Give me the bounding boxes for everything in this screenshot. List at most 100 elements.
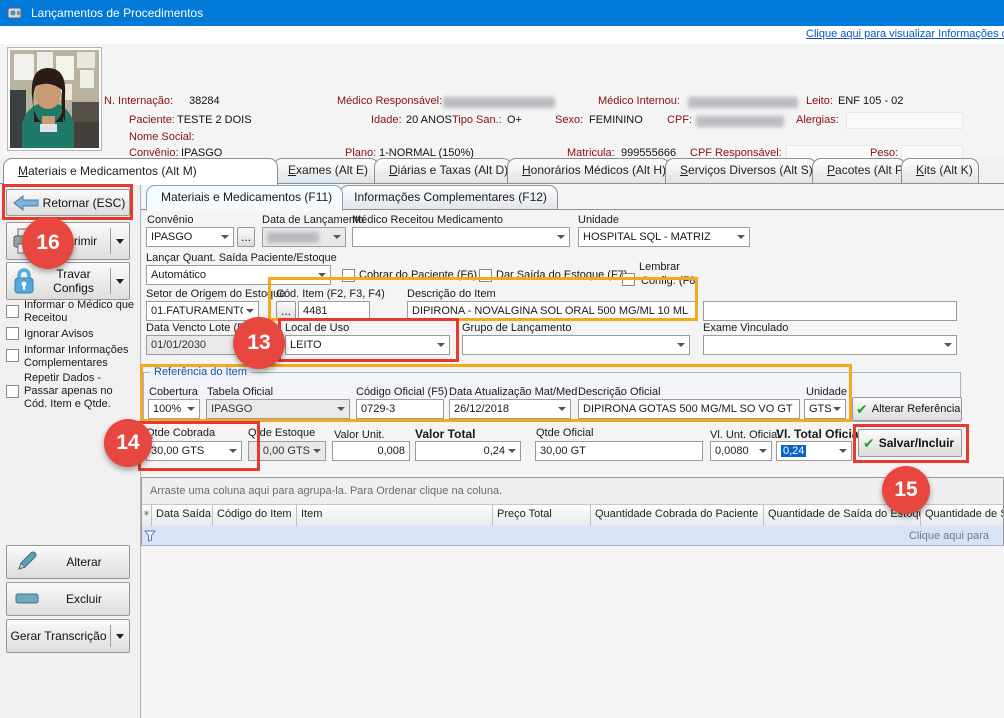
descricao-oficial-input[interactable]: DIPIRONA GOTAS 500 MG/ML SO VO GT bbox=[578, 399, 800, 419]
leito-value: ENF 105 - 02 bbox=[838, 95, 903, 107]
grid-group-band[interactable]: Arraste uma coluna aqui para agrupa-la. … bbox=[142, 478, 1003, 505]
valor-total-dropdown[interactable]: 0,24 bbox=[415, 441, 521, 461]
vl-unt-oficial-dropdown[interactable]: 0,0080 bbox=[710, 441, 772, 461]
cod-item-input[interactable]: 4481 bbox=[298, 301, 370, 321]
main-tabbar: Materiais e Medicamentos (Alt M) Exames … bbox=[3, 158, 974, 184]
subtab-materiais-f11[interactable]: Materiais e Medicamentos (F11) bbox=[146, 185, 343, 211]
column-header-qtd-sa[interactable]: Quantidade de Sa bbox=[921, 505, 1003, 526]
chevron-down-icon bbox=[944, 343, 952, 347]
check-icon: ✔ bbox=[863, 435, 875, 452]
medico-receitou-dropdown[interactable] bbox=[352, 227, 570, 247]
salvar-incluir-button[interactable]: ✔Salvar/Incluir bbox=[858, 429, 962, 457]
tipo-san-label: Tipo San.: bbox=[452, 114, 502, 126]
column-header-codigo-item[interactable]: Código do Item bbox=[213, 505, 297, 526]
tab-exames[interactable]: Exames (Alt E) bbox=[273, 158, 379, 183]
pencil-icon bbox=[15, 551, 39, 573]
app-icon bbox=[7, 5, 23, 21]
exame-vinculado-dropdown[interactable] bbox=[703, 335, 957, 355]
column-header-data-saida[interactable]: Data Saída bbox=[152, 505, 213, 526]
sexo-label: Sexo: bbox=[555, 114, 583, 126]
tab-materiais-medicamentos[interactable]: Materiais e Medicamentos (Alt M) bbox=[3, 158, 278, 185]
tipo-san-value: O+ bbox=[507, 114, 522, 126]
checkbox-informar-medico[interactable] bbox=[6, 305, 19, 318]
tab-pacotes[interactable]: Pacotes (Alt P) bbox=[812, 158, 906, 183]
checkbox-ignorar-avisos[interactable] bbox=[6, 327, 19, 340]
grid-indicator-header: ✳ bbox=[142, 505, 152, 526]
checkbox-cobrar-paciente[interactable] bbox=[342, 269, 355, 282]
tab-servicos-diversos[interactable]: Serviços Diversos (Alt S) bbox=[665, 158, 817, 183]
tab-honorarios-medicos[interactable]: Honorários Médicos (Alt H) bbox=[507, 158, 670, 183]
cobertura-label: Cobertura bbox=[149, 386, 198, 398]
column-header-qtd-saida[interactable]: Quantidade de Saída do Estoque bbox=[764, 505, 921, 526]
data-lancamento-dropdown[interactable] bbox=[262, 227, 346, 247]
vl-total-oficial-label: Vl. Total Oficial bbox=[776, 427, 862, 441]
imprimir-dropdown-arrow[interactable] bbox=[116, 239, 124, 244]
tabela-oficial-label: Tabela Oficial bbox=[207, 386, 273, 398]
chevron-down-icon bbox=[833, 407, 841, 411]
imprimir-button[interactable]: Imprimir bbox=[6, 222, 130, 260]
valor-unit-input[interactable]: 0,008 bbox=[332, 441, 410, 461]
cobertura-dropdown[interactable]: 100% bbox=[148, 399, 200, 419]
descricao-item-input[interactable]: DIPIRONA - NOVALGINA SOL ORAL 500 MG/ML … bbox=[407, 301, 697, 321]
chevron-down-icon bbox=[677, 343, 685, 347]
data-vencto-input[interactable]: 01/01/2030 bbox=[146, 335, 256, 355]
chevron-down-icon bbox=[839, 449, 847, 453]
referencia-unidade-dropdown[interactable]: GTS bbox=[804, 399, 846, 419]
local-uso-label: Local de Uso bbox=[285, 322, 349, 334]
gerar-dropdown-arrow[interactable] bbox=[116, 634, 124, 639]
grupo-lancamento-dropdown[interactable] bbox=[462, 335, 690, 355]
column-header-item[interactable]: Item bbox=[297, 505, 493, 526]
qtde-estoque-dropdown[interactable]: 0,00 GTS bbox=[248, 441, 326, 461]
grupo-lancamento-label: Grupo de Lançamento bbox=[462, 322, 571, 334]
window-title: Lançamentos de Procedimentos bbox=[31, 6, 203, 20]
tab-diarias-taxas[interactable]: Diárias e Taxas (Alt D) bbox=[374, 158, 512, 183]
unidade-dropdown[interactable]: HOSPITAL SQL - MATRIZ bbox=[578, 227, 750, 247]
qtde-oficial-input[interactable]: 30,00 GT bbox=[535, 441, 703, 461]
gerar-transcricao-button[interactable]: Gerar Transcrição bbox=[6, 619, 130, 653]
alterar-button[interactable]: Alterar bbox=[6, 545, 130, 579]
convenio-dropdown[interactable]: IPASGO bbox=[146, 227, 234, 247]
setor-origem-label: Setor de Origem do Estoque bbox=[146, 288, 285, 300]
setor-origem-dropdown[interactable]: 01.FATURAMENTO (VIR bbox=[146, 301, 259, 321]
subtab-informacoes-f12[interactable]: Informações Complementares (F12) bbox=[339, 185, 558, 209]
alergias-value-box bbox=[846, 112, 963, 129]
check-icon: ✔ bbox=[856, 401, 868, 418]
codigo-oficial-input[interactable]: 0729-3 bbox=[356, 399, 444, 419]
qtde-cobrada-dropdown[interactable]: 30,00 GTS bbox=[146, 441, 242, 461]
chevron-down-icon bbox=[557, 235, 565, 239]
checkbox-lembrar-config[interactable] bbox=[622, 273, 635, 286]
travar-configs-button[interactable]: Travar Configs bbox=[6, 262, 130, 300]
column-header-qtd-cobrada[interactable]: Quantidade Cobrada do Paciente bbox=[591, 505, 764, 526]
descricao-complemento-input[interactable] bbox=[703, 301, 957, 321]
checkbox-repetir-dados[interactable] bbox=[6, 385, 19, 398]
tabela-oficial-dropdown[interactable]: IPASGO bbox=[206, 399, 350, 419]
grid-filter-row[interactable]: Clique aqui para bbox=[142, 526, 1003, 546]
checkbox-informar-informacoes[interactable] bbox=[6, 349, 19, 362]
column-header-preco-total[interactable]: Preço Total bbox=[493, 505, 591, 526]
lancar-quant-dropdown[interactable]: Automático bbox=[146, 265, 331, 285]
convenio-ellipsis-button[interactable]: ... bbox=[237, 227, 255, 247]
cod-item-ellipsis-button[interactable]: ... bbox=[276, 301, 296, 321]
medico-receitou-label: Médico Receitou Medicamento bbox=[352, 214, 503, 226]
checkbox-dar-saida[interactable] bbox=[479, 269, 492, 282]
chevron-down-icon bbox=[333, 235, 341, 239]
excluir-button[interactable]: Excluir bbox=[6, 582, 130, 616]
chevron-down-icon bbox=[337, 407, 345, 411]
local-uso-dropdown[interactable]: LEITO bbox=[285, 335, 450, 355]
qtde-oficial-label: Qtde Oficial bbox=[536, 427, 593, 439]
patient-photo-image bbox=[10, 50, 99, 148]
data-atualizacao-dropdown[interactable]: 26/12/2018 bbox=[449, 399, 571, 419]
alergias-label: Alergias: bbox=[796, 114, 839, 126]
qtde-cobrada-label: Qtde Cobrada bbox=[146, 427, 215, 439]
chevron-down-icon bbox=[221, 235, 229, 239]
vl-total-oficial-input[interactable]: 0,24 bbox=[776, 441, 852, 461]
tab-kits[interactable]: Kits (Alt K) bbox=[901, 158, 979, 183]
travar-dropdown-arrow[interactable] bbox=[116, 279, 124, 284]
checkbox-informar-medico-label: Informar o Médico que Receitou bbox=[24, 299, 136, 325]
patient-photo bbox=[7, 47, 102, 151]
alterar-referencia-button[interactable]: ✔Alterar Referência bbox=[852, 397, 962, 421]
checkbox-lembrar-label-line2: Config. (F8 bbox=[641, 275, 695, 288]
data-atualizacao-label: Data Atualização Mat/Med bbox=[449, 386, 577, 398]
visualizar-informacoes-link[interactable]: Clique aqui para visualizar Informações … bbox=[806, 28, 1004, 40]
retornar-button[interactable]: Retornar (ESC) bbox=[6, 189, 130, 216]
